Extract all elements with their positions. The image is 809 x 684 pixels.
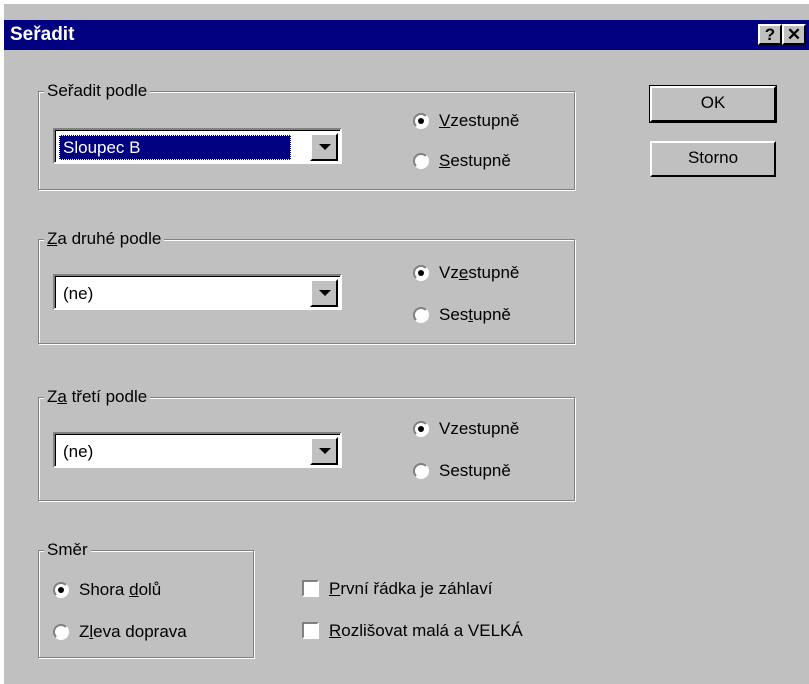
sort-by-descending-radio[interactable]: Sestupně <box>413 149 511 173</box>
then-by-third-dropdown-button[interactable] <box>310 437 338 465</box>
chevron-down-icon <box>319 448 331 454</box>
checkbox-icon <box>302 622 319 640</box>
question-mark-icon: ? <box>764 25 776 44</box>
then-by-label: Za druhé podle <box>44 229 165 249</box>
ok-button[interactable]: OK <box>649 85 777 123</box>
checkbox-icon <box>302 580 319 598</box>
cancel-button[interactable]: Storno <box>650 141 776 177</box>
sort-by-label: Seřadit podle <box>44 81 151 101</box>
then-by-third-ascending-radio[interactable]: Vzestupně <box>413 417 519 441</box>
sort-by-group: Seřadit podle Sloupec B Vzestupně Sestup… <box>38 81 575 190</box>
chevron-down-icon <box>319 290 331 296</box>
then-by-ascending-radio[interactable]: Vzestupně <box>413 261 519 285</box>
close-button[interactable]: ✕ <box>782 24 806 45</box>
left-right-radio[interactable]: Zleva doprava <box>53 620 187 644</box>
sort-by-combo[interactable]: Sloupec B <box>53 128 342 164</box>
radio-icon <box>413 462 429 479</box>
header-row-checkbox[interactable]: První řádka je záhlaví <box>302 577 492 601</box>
sort-dialog: Seřadit ? ✕ Seřadit podle Sloupec B Vzes… <box>2 2 809 684</box>
dialog-title: Seřadit <box>10 24 75 45</box>
top-down-radio[interactable]: Shora dolů <box>53 578 161 602</box>
then-by-descending-radio[interactable]: Sestupně <box>413 303 511 327</box>
radio-icon <box>413 112 429 129</box>
radio-icon <box>413 152 429 169</box>
sort-by-value: Sloupec B <box>59 135 291 160</box>
then-by-third-label: Za třetí podle <box>44 387 151 407</box>
radio-icon <box>53 623 69 640</box>
then-by-dropdown-button[interactable] <box>310 279 338 307</box>
radio-icon <box>53 581 69 598</box>
then-by-third-descending-radio[interactable]: Sestupně <box>413 459 511 483</box>
then-by-third-combo[interactable]: (ne) <box>53 432 342 468</box>
then-by-combo[interactable]: (ne) <box>53 274 342 310</box>
sort-by-ascending-radio[interactable]: Vzestupně <box>413 109 519 133</box>
direction-label: Směr <box>44 540 91 560</box>
case-sensitive-checkbox[interactable]: Rozlišovat malá a VELKÁ <box>302 619 523 643</box>
direction-group: Směr Shora dolů Zleva doprava <box>38 540 254 658</box>
chevron-down-icon <box>319 144 331 150</box>
then-by-group: Za druhé podle (ne) Vzestupně Sestupně <box>38 229 575 344</box>
radio-icon <box>413 306 429 323</box>
radio-icon <box>413 264 429 281</box>
then-by-third-group: Za třetí podle (ne) Vzestupně Sestupně <box>38 387 575 501</box>
close-icon: ✕ <box>786 25 802 44</box>
title-bar: Seřadit ? ✕ <box>4 20 809 50</box>
then-by-third-value: (ne) <box>63 442 94 461</box>
radio-icon <box>413 420 429 437</box>
then-by-value: (ne) <box>63 284 94 303</box>
sort-by-dropdown-button[interactable] <box>310 133 338 161</box>
help-button[interactable]: ? <box>758 24 782 45</box>
